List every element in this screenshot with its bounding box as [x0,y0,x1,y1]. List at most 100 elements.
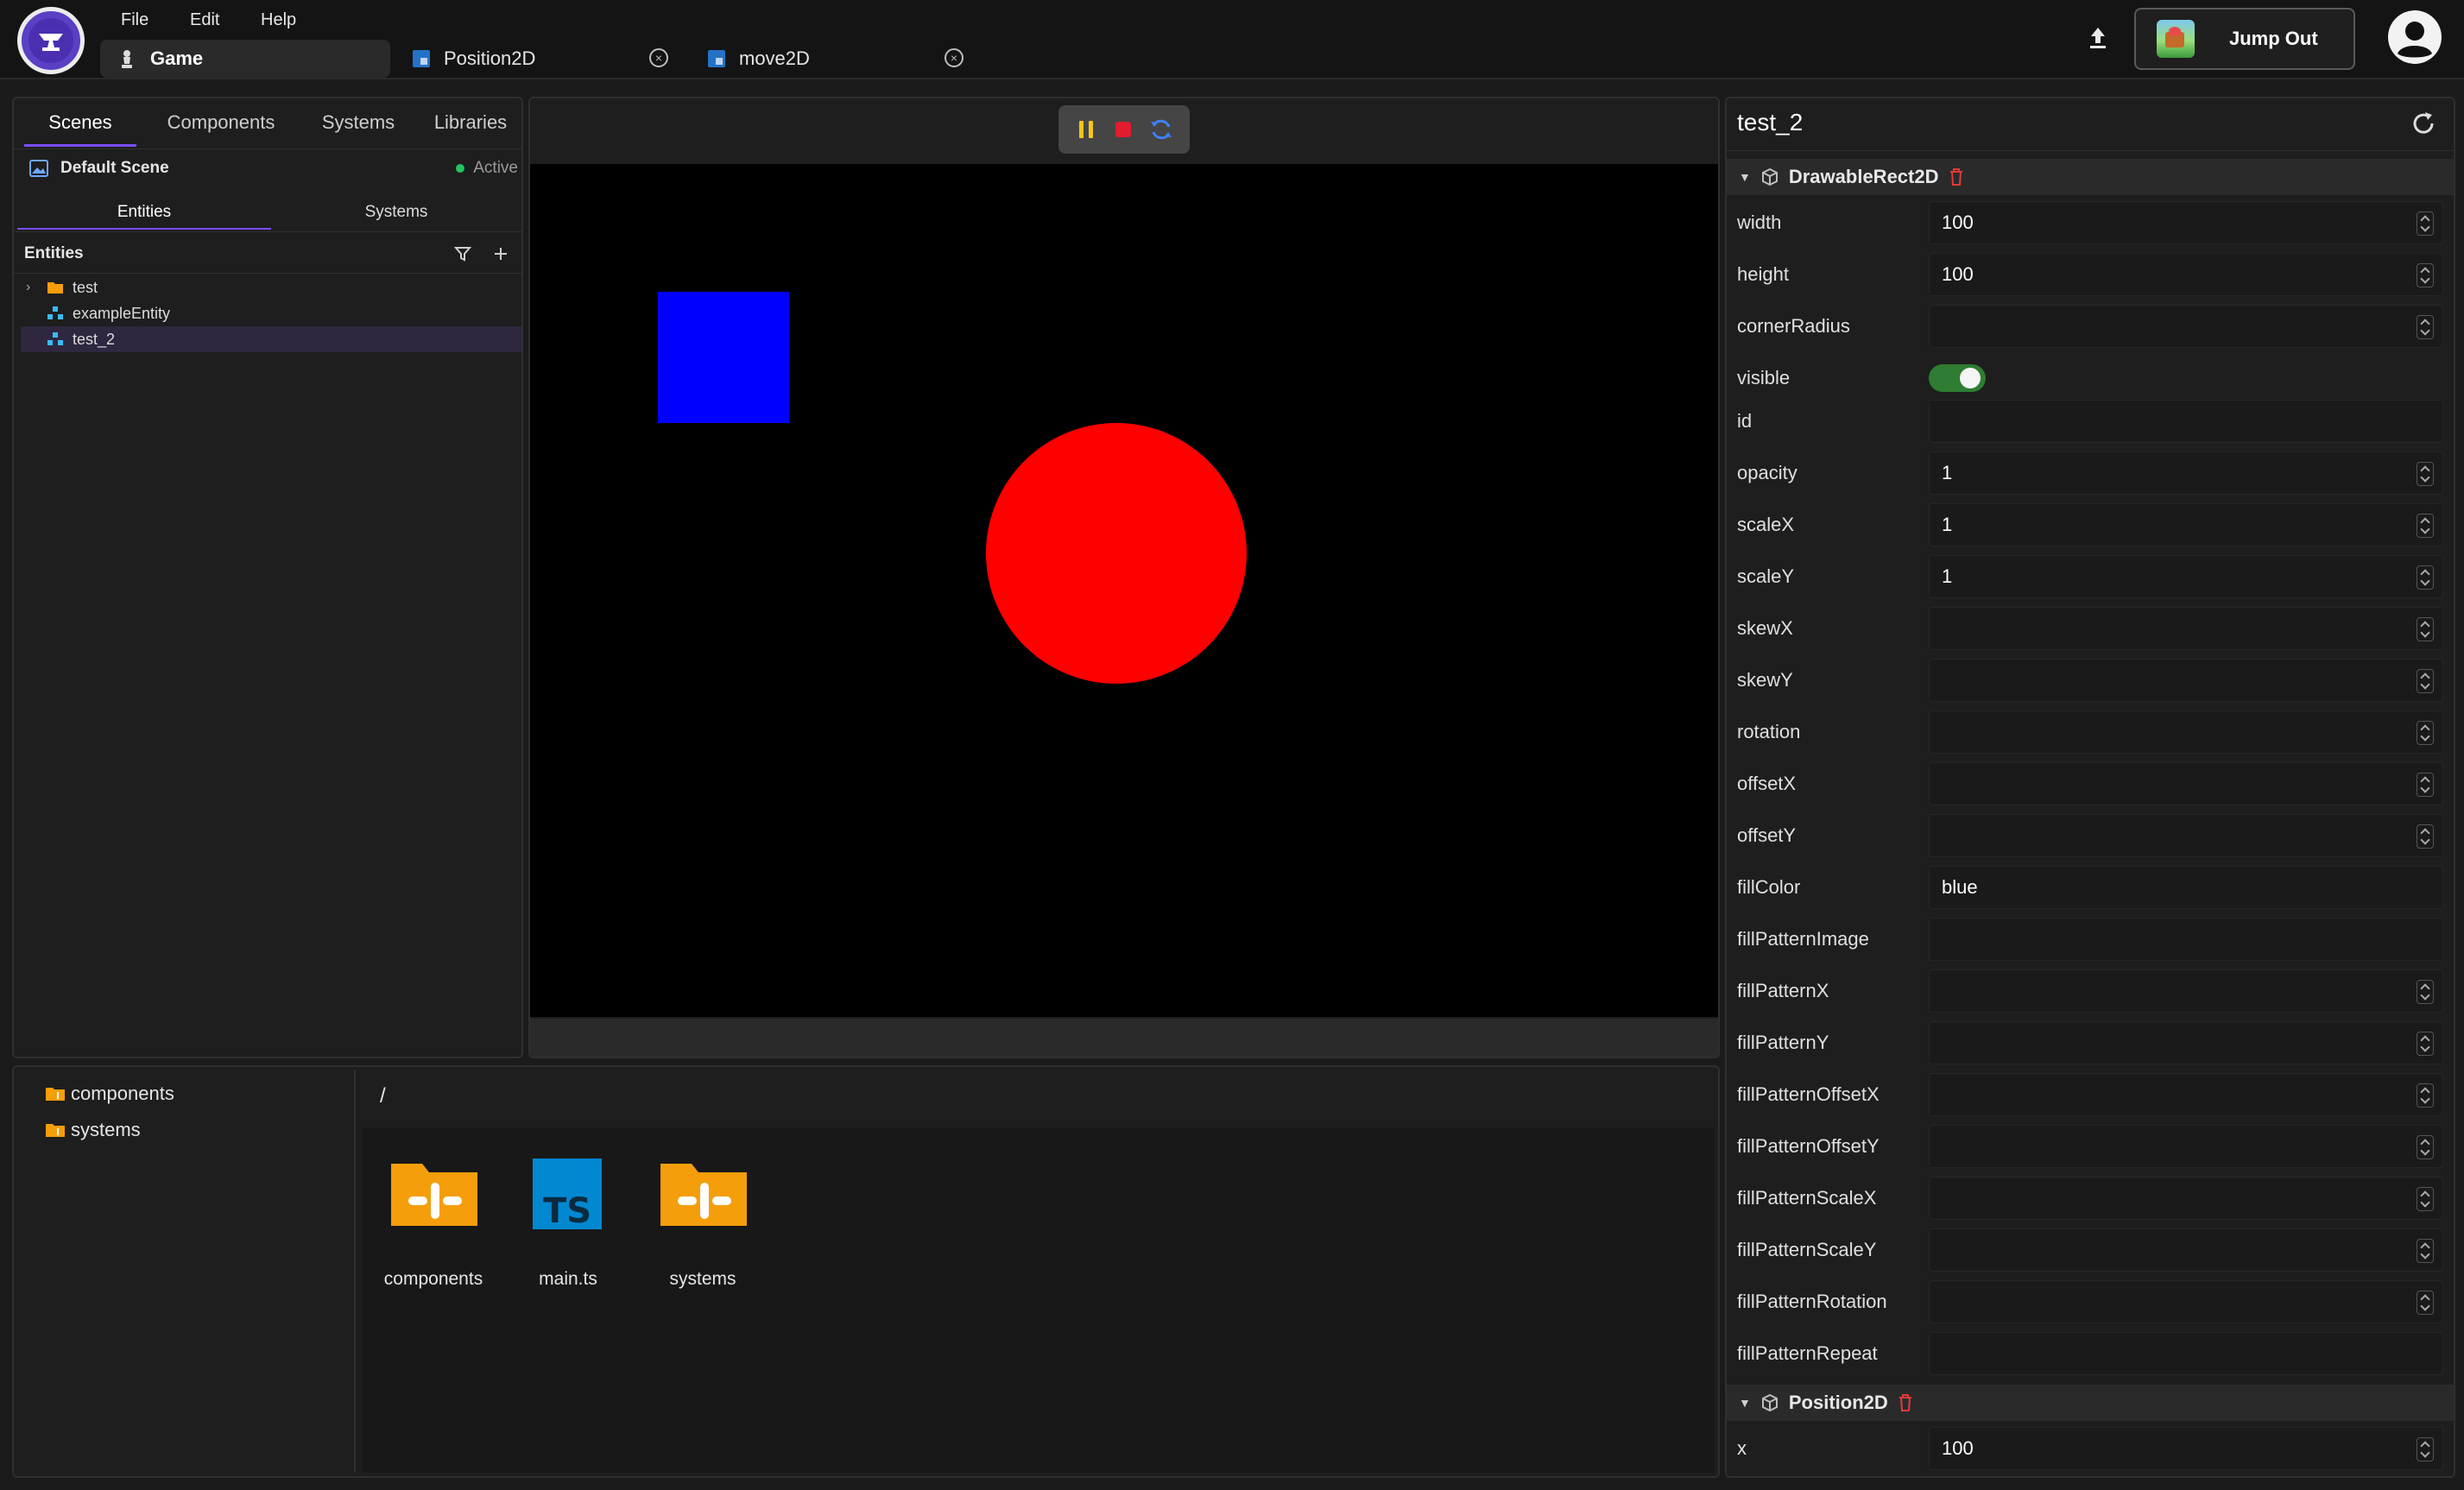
menu-help[interactable]: Help [261,7,296,33]
stepper-icon[interactable] [2417,1437,2434,1462]
app-logo[interactable] [17,7,85,74]
stepper-icon[interactable] [2417,773,2434,797]
tab-position2d[interactable]: Position2D [413,40,672,78]
prop-input-width[interactable]: 100 [1929,201,2443,244]
prop-value: 100 [1942,212,1974,233]
tab-systems[interactable]: Systems [302,98,414,147]
stepper-icon[interactable] [2417,669,2434,693]
file-item-systems[interactable] [639,1157,768,1234]
prop-label-fillpatternimage: fillPatternImage [1737,928,1869,950]
prop-input-fillpatternx[interactable] [1929,969,2443,1013]
prop-input-skewx[interactable] [1929,607,2443,650]
prop-input-rotation[interactable] [1929,710,2443,754]
component-header-position2d[interactable]: ▼ Position2D [1727,1385,2454,1421]
close-tab-position2d-icon[interactable]: × [649,48,668,67]
prop-input-fillpatternrepeat[interactable] [1929,1332,2443,1375]
stepper-icon[interactable] [2417,1032,2434,1056]
prop-input-fillpatternscaley[interactable] [1929,1228,2443,1272]
prop-input-id[interactable] [1929,400,2443,443]
stepper-icon[interactable] [2417,721,2434,745]
stepper-icon[interactable] [2417,824,2434,849]
menu-file[interactable]: File [121,7,148,33]
menu-edit[interactable]: Edit [190,7,219,33]
tab-components[interactable]: Components [143,98,299,147]
prop-input-fillpatternimage[interactable] [1929,918,2443,961]
prop-label-fillcolor: fillColor [1737,876,1801,898]
caret-down-icon[interactable]: ▼ [1739,1396,1751,1410]
prop-value: blue [1942,876,1978,898]
scene-row[interactable]: Default Scene Active [29,155,521,181]
filter-icon[interactable] [454,245,471,262]
folder-tree-label: components [71,1083,174,1104]
chevron-right-icon[interactable]: › [21,280,41,295]
prop-label-width: width [1737,212,1782,233]
prop-label-fillpatternoffsetx: fillPatternOffsetX [1737,1083,1880,1105]
tree-item-exampleentity[interactable]: exampleEntity [21,300,521,326]
blue-rect-object[interactable] [658,292,789,423]
stepper-icon[interactable] [2417,980,2434,1004]
stepper-icon[interactable] [2417,212,2434,236]
refresh-icon[interactable] [2410,110,2436,136]
status-dot [456,164,465,173]
subtab-entities[interactable]: Entities [17,195,271,230]
stepper-icon[interactable] [2417,1187,2434,1211]
stop-icon[interactable] [1111,117,1135,142]
file-item-main-ts[interactable]: TS [502,1157,632,1235]
trash-icon[interactable] [1948,167,1965,186]
breadcrumb-path: / [380,1084,386,1108]
stepper-icon[interactable] [2417,1239,2434,1263]
prop-input-skewy[interactable] [1929,659,2443,702]
prop-input-cornerradius[interactable] [1929,305,2443,348]
tree-item-test-2[interactable]: test_2 [21,326,521,352]
tree-item-label: exampleEntity [73,304,171,322]
stepper-icon[interactable] [2417,1135,2434,1159]
prop-input-scaley[interactable]: 1 [1929,555,2443,598]
jump-out-label: Jump Out [2229,28,2318,49]
add-entity-icon[interactable] [492,245,509,262]
prop-input-fillcolor[interactable]: blue [1929,866,2443,909]
prop-label-offsetx: offsetX [1737,773,1797,794]
user-avatar-icon[interactable] [2388,10,2442,64]
stepper-icon[interactable] [2417,315,2434,339]
component-header-drawablerect2d[interactable]: ▼ DrawableRect2D [1727,159,2454,195]
tab-move2d[interactable]: move2D [708,40,967,78]
caret-down-icon[interactable]: ▼ [1739,170,1751,184]
prop-input-opacity[interactable]: 1 [1929,451,2443,495]
folder-tree-item-components[interactable]: components [45,1079,174,1108]
folder-tree-item-systems[interactable]: systems [45,1115,141,1145]
folder-tree-label: systems [71,1119,141,1140]
trash-icon[interactable] [1897,1393,1914,1412]
prop-input-offsety[interactable] [1929,814,2443,857]
prop-input-fillpatternoffsety[interactable] [1929,1125,2443,1168]
prop-value: 100 [1942,263,1974,285]
stepper-icon[interactable] [2417,1083,2434,1108]
jump-out-button[interactable]: Jump Out [2134,8,2355,70]
pause-icon[interactable] [1074,117,1098,142]
tab-game[interactable]: Game [100,40,390,78]
chess-piece-icon [122,50,132,68]
prop-input-fillpatternoffsetx[interactable] [1929,1073,2443,1116]
tab-libraries[interactable]: Libraries [418,98,523,147]
prop-input-offsetx[interactable] [1929,762,2443,805]
stepper-icon[interactable] [2417,565,2434,590]
reload-icon[interactable] [1148,117,1174,142]
prop-input-fillpatterny[interactable] [1929,1021,2443,1064]
stepper-icon[interactable] [2417,514,2434,538]
prop-input-x[interactable]: 100 [1929,1427,2443,1470]
visible-toggle[interactable] [1929,364,1986,392]
stepper-icon[interactable] [2417,617,2434,641]
subtab-systems[interactable]: Systems [271,195,521,230]
prop-input-scalex[interactable]: 1 [1929,503,2443,546]
tab-scenes[interactable]: Scenes [24,98,136,147]
prop-input-height[interactable]: 100 [1929,253,2443,296]
file-item-components[interactable] [370,1157,499,1234]
stepper-icon[interactable] [2417,263,2434,287]
stepper-icon[interactable] [2417,1291,2434,1315]
red-circle-object[interactable] [986,423,1247,684]
prop-input-fillpatternscalex[interactable] [1929,1177,2443,1220]
close-tab-move2d-icon[interactable]: × [945,48,963,67]
prop-input-fillpatternrotation[interactable] [1929,1280,2443,1323]
upload-icon[interactable] [2088,26,2108,50]
tree-item-test[interactable]: › test [21,275,521,300]
stepper-icon[interactable] [2417,462,2434,486]
